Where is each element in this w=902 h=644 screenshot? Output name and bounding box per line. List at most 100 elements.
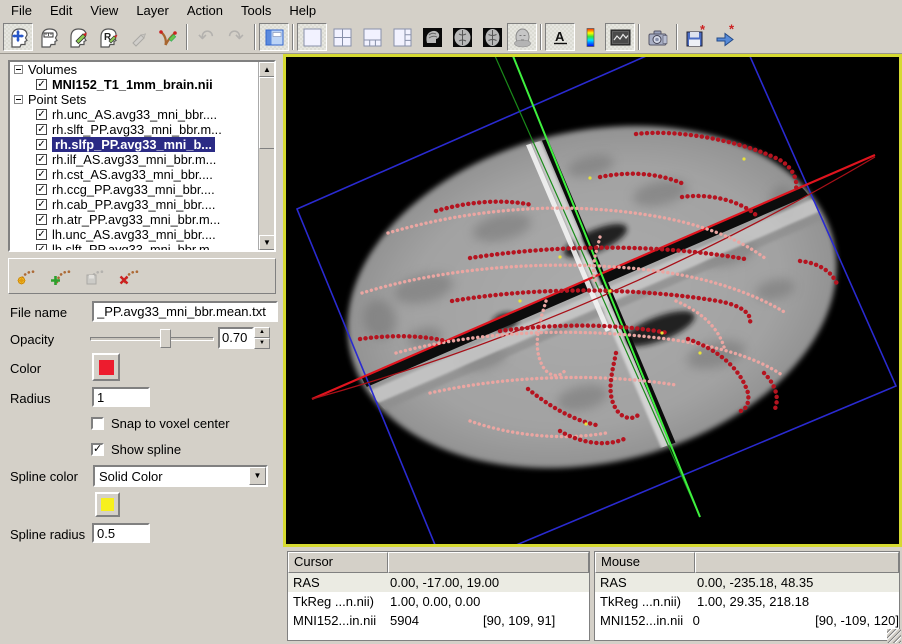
tree-row[interactable]: rh.cab_PP.avg33_mni_bbr.... xyxy=(10,197,258,212)
menu-item[interactable]: Action xyxy=(178,1,232,20)
brain-3d-scene xyxy=(286,57,899,544)
layer-visibility-checkbox[interactable] xyxy=(36,124,47,135)
snap-checkbox[interactable] xyxy=(91,417,104,430)
load-pointset-icon[interactable] xyxy=(47,262,77,290)
tree-row[interactable]: lh.unc_AS.avg33_mni_bbr.... xyxy=(10,227,258,242)
show-spline-checkbox-row[interactable]: ✓ Show spline xyxy=(91,442,181,457)
menu-item[interactable]: File xyxy=(2,1,41,20)
new-pointset-icon[interactable] xyxy=(13,262,43,290)
tree-row[interactable]: rh.atr_PP.avg33_mni_bbr.m... xyxy=(10,212,258,227)
tree-row[interactable]: Point Sets xyxy=(10,92,258,107)
render-view-3d[interactable] xyxy=(283,54,902,547)
spline-color-dropdown[interactable]: Solid Color ▼ xyxy=(93,465,268,487)
tree-row[interactable]: rh.slft_PP.avg33_mni_bbr.m... xyxy=(10,122,258,137)
colorbar-icon[interactable] xyxy=(575,23,605,51)
file-name-input[interactable] xyxy=(92,301,278,322)
tree-scrollbar[interactable]: ▲ ▼ xyxy=(258,62,274,250)
mouse-table-header-spacer xyxy=(695,552,899,573)
layer-visibility-checkbox[interactable] xyxy=(36,244,47,250)
layer-visibility-checkbox[interactable] xyxy=(36,169,47,180)
tree-row-label: Point Sets xyxy=(28,92,86,107)
opacity-value[interactable]: 0.70 xyxy=(218,327,254,349)
menu-item[interactable]: Edit xyxy=(41,1,81,20)
save-point-set-icon[interactable]: * xyxy=(681,23,711,51)
color-swatch xyxy=(99,360,114,375)
cursor-table-title: Cursor xyxy=(288,552,388,573)
tree-row[interactable]: rh.unc_AS.avg33_mni_bbr.... xyxy=(10,107,258,122)
axial-view-icon[interactable] xyxy=(477,23,507,51)
menu-item[interactable]: Help xyxy=(280,1,325,20)
coord-index: [90, 109, 91] xyxy=(475,611,555,630)
color-label: Color xyxy=(10,361,41,376)
tree-row[interactable]: rh.ilf_AS.avg33_mni_bbr.m... xyxy=(10,152,258,167)
chevron-down-icon[interactable]: ▼ xyxy=(249,467,266,485)
measure-head-icon[interactable] xyxy=(33,23,63,51)
coord-space-label: MNI152...in.nii xyxy=(288,611,388,630)
annotation-icon[interactable]: A xyxy=(545,23,575,51)
snap-checkbox-row[interactable]: Snap to voxel center xyxy=(91,416,230,431)
tree-row[interactable]: MNI152_T1_1mm_brain.nii xyxy=(10,77,258,92)
layer-visibility-checkbox[interactable] xyxy=(36,109,47,120)
tree-row[interactable]: rh.ccg_PP.avg33_mni_bbr.... xyxy=(10,182,258,197)
redo-icon[interactable]: ↷ xyxy=(221,23,251,51)
tree-expander-icon[interactable] xyxy=(14,95,23,104)
opacity-slider[interactable] xyxy=(90,337,214,341)
roi-edit-head-icon[interactable]: R xyxy=(93,23,123,51)
cursor-table-header-spacer xyxy=(388,552,589,573)
layer-visibility-checkbox[interactable] xyxy=(36,79,47,90)
menu-item[interactable]: View xyxy=(81,1,127,20)
goto-point-icon[interactable]: * xyxy=(711,23,741,51)
tree-row-label: lh.slft_PP.avg33_mni_bbr.m xyxy=(52,242,210,250)
sagittal-view-icon[interactable] xyxy=(417,23,447,51)
tree-row[interactable]: lh.slft_PP.avg33_mni_bbr.m xyxy=(10,242,258,250)
spline-radius-input[interactable] xyxy=(92,523,150,543)
menu-item[interactable]: Tools xyxy=(232,1,280,20)
menu-item[interactable]: Layer xyxy=(127,1,178,20)
layer-visibility-checkbox[interactable] xyxy=(36,184,47,195)
view-3d-icon[interactable] xyxy=(507,23,537,51)
panel-toggle-icon[interactable] xyxy=(259,23,289,51)
save-pointset-icon[interactable] xyxy=(81,262,111,290)
coord-space-label: RAS xyxy=(595,573,695,592)
scrollbar-thumb[interactable] xyxy=(259,77,275,149)
coord-value: 0.00, -17.00, 19.00 xyxy=(388,573,475,592)
color-swatch-button[interactable] xyxy=(92,353,120,381)
layer-visibility-checkbox[interactable] xyxy=(36,199,47,210)
show-spline-checkbox[interactable]: ✓ xyxy=(91,443,104,456)
coord-index: [90, -109, 120] xyxy=(807,611,899,630)
voxel-edit-head-icon[interactable] xyxy=(63,23,93,51)
layout-1x3-icon[interactable] xyxy=(357,23,387,51)
toolbar-separator xyxy=(292,24,294,50)
undo-icon[interactable]: ↶ xyxy=(191,23,221,51)
tree-row-label: rh.ccg_PP.avg33_mni_bbr.... xyxy=(52,182,215,197)
layer-visibility-checkbox[interactable] xyxy=(36,214,47,225)
spline-color-swatch-button[interactable] xyxy=(95,492,120,517)
timecourse-icon[interactable] xyxy=(605,23,635,51)
opacity-spinbox[interactable]: 0.70 ▲▼ xyxy=(218,327,270,349)
layer-tree[interactable]: Volumes MNI152_T1_1mm_brain.nii Point Se… xyxy=(8,60,276,252)
scroll-up-icon[interactable]: ▲ xyxy=(259,62,275,77)
layout-2x2-icon[interactable] xyxy=(327,23,357,51)
tree-row[interactable]: Volumes xyxy=(10,62,258,77)
resize-grip[interactable] xyxy=(887,629,901,643)
layout-1x3h-icon[interactable] xyxy=(387,23,417,51)
tree-row[interactable]: rh.slfp_PP.avg33_mni_b... xyxy=(10,137,258,152)
layer-visibility-checkbox[interactable] xyxy=(36,229,47,240)
screenshot-icon[interactable] xyxy=(643,23,673,51)
scroll-down-icon[interactable]: ▼ xyxy=(259,235,275,250)
radius-input[interactable] xyxy=(92,387,150,407)
layer-visibility-checkbox[interactable] xyxy=(36,139,47,150)
layer-visibility-checkbox[interactable] xyxy=(36,154,47,165)
tree-expander-icon[interactable] xyxy=(14,65,23,74)
delete-pointset-icon[interactable] xyxy=(115,262,145,290)
layout-1x1-icon[interactable] xyxy=(297,23,327,51)
spin-up-icon[interactable]: ▲ xyxy=(254,327,270,338)
opacity-slider-handle[interactable] xyxy=(160,329,171,348)
spin-down-icon[interactable]: ▼ xyxy=(254,338,270,349)
navigate-head-icon[interactable] xyxy=(3,23,33,51)
edit-pencil-icon[interactable] xyxy=(123,23,153,51)
coronal-view-icon[interactable] xyxy=(447,23,477,51)
path-tool-icon[interactable] xyxy=(153,23,183,51)
show-spline-label: Show spline xyxy=(111,442,181,457)
tree-row[interactable]: rh.cst_AS.avg33_mni_bbr.... xyxy=(10,167,258,182)
